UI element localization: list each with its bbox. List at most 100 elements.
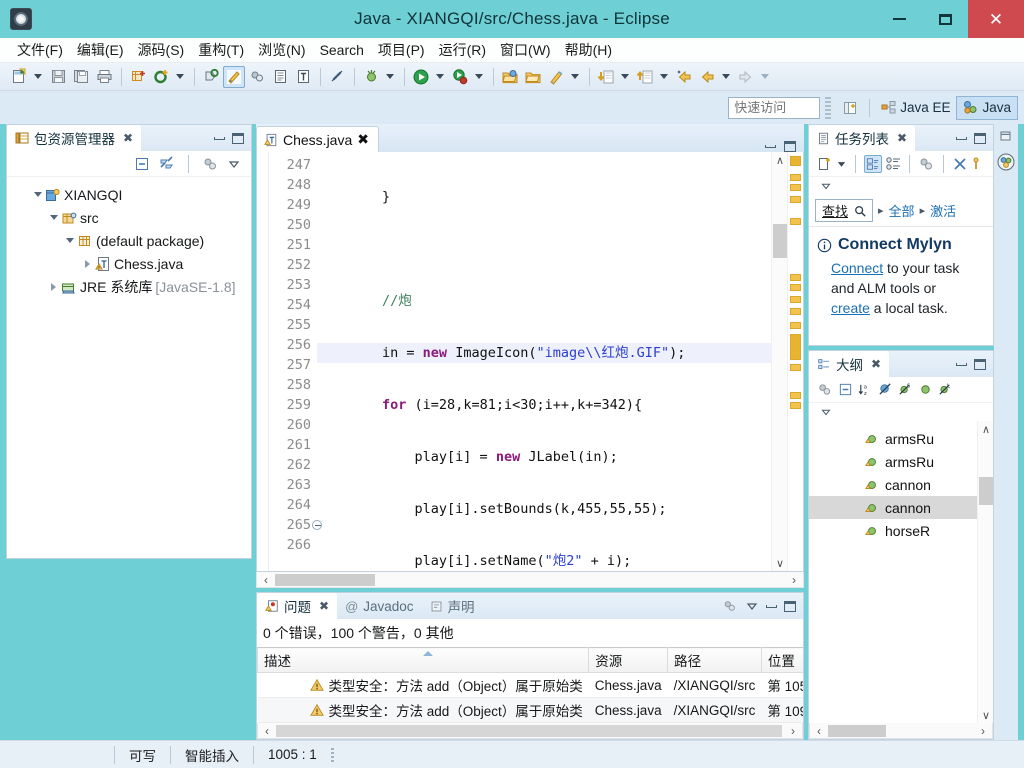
editor-vertical-scrollbar[interactable]: ∧ ∨ — [771, 152, 787, 571]
tree-node-jre-library[interactable]: JRE 系统库 [JavaSE-1.8] — [13, 275, 251, 298]
close-icon[interactable]: ✖ — [123, 131, 133, 145]
twisty-open-icon[interactable] — [31, 192, 44, 197]
connect-link[interactable]: Connect — [831, 260, 883, 276]
outline-horizontal-scrollbar[interactable]: ‹ › — [809, 723, 993, 739]
run-dropdown-icon[interactable] — [433, 66, 447, 88]
problems-horizontal-scrollbar[interactable]: ‹ › — [257, 723, 803, 739]
back-dropdown-icon[interactable] — [719, 66, 733, 88]
forward-icon[interactable] — [735, 66, 757, 88]
hscrollbar-thumb[interactable] — [276, 724, 782, 737]
maximize-icon[interactable] — [974, 132, 986, 144]
next-annotation-icon[interactable] — [634, 66, 656, 88]
print-icon[interactable] — [93, 66, 115, 88]
minimize-icon[interactable] — [214, 136, 225, 140]
create-link[interactable]: create — [831, 300, 870, 316]
view-menu-focus-icon[interactable] — [202, 156, 219, 172]
focus-on-active-task-icon[interactable] — [817, 382, 833, 397]
menu-run[interactable]: 运行(R) — [432, 38, 493, 62]
overview-marker[interactable] — [790, 364, 801, 371]
hscroll-right-icon[interactable]: › — [974, 724, 992, 738]
maximize-icon[interactable] — [784, 600, 796, 612]
collapse-all-icon[interactable] — [918, 156, 935, 172]
column-header-description[interactable]: 描述 — [257, 647, 590, 673]
minimize-icon[interactable] — [766, 604, 777, 608]
categorized-presentation-icon[interactable] — [864, 154, 882, 173]
activate-task-icon[interactable] — [971, 156, 981, 172]
save-all-icon[interactable] — [70, 66, 92, 88]
editor-annotation-gutter[interactable] — [257, 152, 269, 571]
hscrollbar-thumb[interactable] — [828, 724, 886, 737]
hide-local-types-icon[interactable]: L — [938, 382, 953, 397]
debug-dropdown-icon[interactable] — [383, 66, 397, 88]
external-tools-icon[interactable] — [522, 66, 544, 88]
twisty-open-icon[interactable] — [63, 238, 76, 243]
tab-javadoc[interactable]: @ Javadoc — [337, 593, 422, 619]
overview-marker[interactable] — [790, 174, 801, 181]
tree-node-chess-java[interactable]: Chess.java — [13, 252, 251, 275]
tab-chess-java[interactable]: Chess.java ✖ — [256, 126, 379, 152]
view-menu-icon[interactable] — [227, 157, 241, 171]
twisty-open-icon[interactable] — [47, 215, 60, 220]
task-list-body[interactable]: Connect Mylyn Connect to your task and A… — [809, 226, 993, 345]
maximize-icon[interactable] — [974, 358, 986, 370]
save-icon[interactable] — [47, 66, 69, 88]
list-item[interactable]: horseR — [809, 519, 977, 542]
pencil-icon[interactable] — [545, 66, 567, 88]
column-header-resource[interactable]: 资源 — [588, 647, 669, 673]
list-item[interactable]: armsRu — [809, 427, 977, 450]
toolbar-grip[interactable] — [825, 96, 832, 119]
toggle-mark-occurrences-icon[interactable] — [223, 65, 245, 88]
overview-marker[interactable] — [790, 308, 801, 315]
hide-fields-icon[interactable] — [878, 382, 893, 397]
coverage-dropdown-icon[interactable] — [472, 66, 486, 88]
scrollbar-thumb[interactable] — [979, 477, 993, 505]
editor-horizontal-scrollbar[interactable]: ‹ › — [256, 572, 804, 588]
back-icon[interactable] — [696, 66, 718, 88]
table-row[interactable]: 类型安全：方法 add（Object）属于原始类 Chess.java /XIA… — [257, 697, 803, 723]
hide-non-public-icon[interactable] — [918, 382, 933, 397]
package-explorer-tree[interactable]: XIANGQI src (default package) Chess.java… — [7, 177, 251, 558]
previous-annotation-dropdown-icon[interactable] — [618, 66, 632, 88]
menu-search[interactable]: Search — [313, 40, 371, 60]
skip-all-breakpoints-icon[interactable] — [246, 66, 268, 88]
open-perspective-button[interactable] — [836, 96, 864, 120]
focus-on-active-task-icon[interactable] — [722, 599, 738, 613]
collapse-all-icon[interactable] — [838, 382, 853, 397]
hscroll-left-icon[interactable]: ‹ — [258, 724, 276, 738]
twisty-closed-icon[interactable] — [47, 282, 60, 291]
mylyn-context-icon[interactable] — [996, 152, 1016, 172]
tree-node-src[interactable]: src — [13, 206, 251, 229]
minimize-button[interactable] — [876, 0, 922, 38]
overview-marker[interactable] — [790, 218, 801, 225]
previous-annotation-icon[interactable] — [595, 66, 617, 88]
overview-marker[interactable] — [790, 196, 801, 203]
open-task-icon[interactable] — [269, 66, 291, 88]
scroll-up-icon[interactable]: ∧ — [772, 152, 788, 168]
quick-access-input[interactable] — [728, 96, 821, 119]
overview-marker[interactable] — [790, 392, 801, 399]
coverage-icon[interactable] — [449, 66, 471, 88]
scheduled-presentation-icon[interactable] — [885, 156, 901, 172]
scrollbar-thumb[interactable] — [773, 224, 787, 258]
menu-edit[interactable]: 编辑(E) — [70, 38, 131, 62]
new-task-dropdown-icon[interactable] — [836, 157, 847, 171]
scroll-down-icon[interactable]: ∨ — [978, 707, 993, 723]
twisty-closed-icon[interactable] — [81, 259, 94, 268]
collapse-all-icon[interactable] — [134, 156, 150, 172]
code-content[interactable]: } //炮 in = new ImageIcon("image\\红炮.GIF"… — [317, 152, 771, 571]
overview-marker[interactable] — [790, 322, 801, 329]
open-type-icon[interactable] — [292, 66, 314, 88]
filter-crumb-all[interactable]: 全部 — [889, 201, 915, 220]
close-button[interactable]: ✕ — [968, 0, 1024, 38]
new-wizard-dropdown-icon[interactable] — [31, 66, 45, 88]
link-with-editor-icon[interactable] — [158, 155, 175, 172]
overview-marker[interactable] — [790, 284, 801, 291]
overview-marker[interactable] — [790, 274, 801, 281]
column-header-path[interactable]: 路径 — [667, 647, 762, 673]
tree-node-default-package[interactable]: (default package) — [13, 229, 251, 252]
hide-static-icon[interactable]: S — [898, 382, 913, 397]
last-edit-location-icon[interactable] — [673, 66, 695, 88]
find-box[interactable]: 查找 — [815, 199, 874, 222]
menu-window[interactable]: 窗口(W) — [493, 38, 558, 62]
perspective-java-ee[interactable]: Java EE — [875, 96, 956, 120]
